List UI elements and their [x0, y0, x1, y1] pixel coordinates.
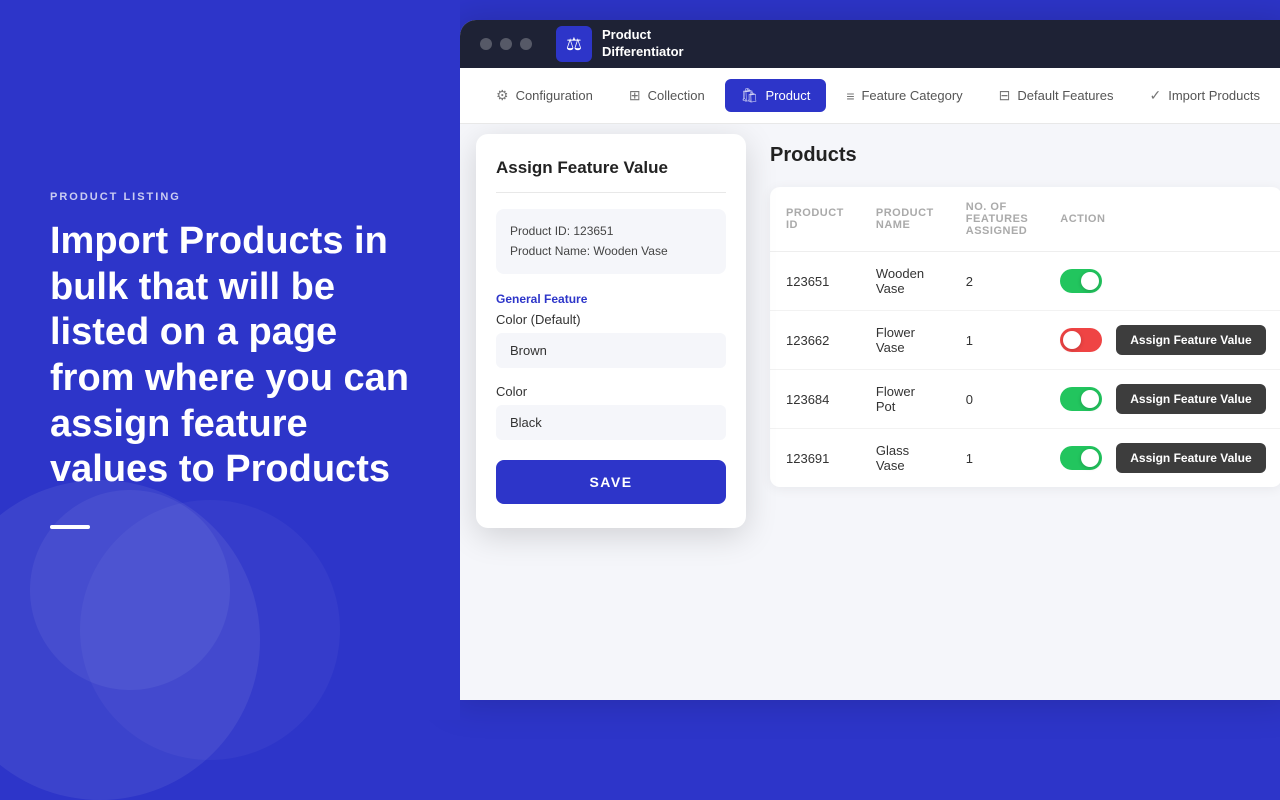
save-button[interactable]: SAVE	[496, 460, 726, 504]
modal-card: Assign Feature Value Product ID: 123651 …	[476, 134, 746, 528]
toggle-switch-1[interactable]	[1060, 328, 1102, 352]
logo-icon: ⚖	[556, 26, 592, 62]
browser-logo: ⚖ Product Differentiator	[556, 26, 684, 62]
browser-dot-2	[500, 38, 512, 50]
check-icon: ✓	[1150, 87, 1162, 104]
list-icon: ⊟	[999, 87, 1011, 104]
col-product-id: Product ID	[770, 187, 860, 252]
modal-product-name: Product Name: Wooden Vase	[510, 241, 712, 261]
table-row: 123662 Flower Vase 1 Assign Feature Valu…	[770, 311, 1280, 370]
cell-features-count: 2	[950, 252, 1044, 311]
col-features-assigned: No. of Features Assigned	[950, 187, 1044, 252]
cell-product-id: 123662	[770, 311, 860, 370]
cell-product-name: Flower Pot	[860, 370, 950, 429]
products-table: Product ID Product Name No. of Features …	[770, 187, 1280, 487]
modal-color-input[interactable]	[496, 405, 726, 440]
cell-action: Assign Feature Value	[1044, 311, 1280, 370]
table-row: 123691 Glass Vase 1 Assign Feature Value	[770, 429, 1280, 488]
col-action: Action	[1044, 187, 1280, 252]
products-title: Products	[770, 144, 1280, 167]
left-panel: PRODUCT LISTING Import Products in bulk …	[0, 0, 460, 720]
logo-text: Product Differentiator	[602, 27, 684, 61]
tab-configuration[interactable]: ⚙ Configuration	[480, 79, 609, 112]
layers-icon: ≡	[846, 88, 854, 104]
browser-dot-1	[480, 38, 492, 50]
section-label: PRODUCT LISTING	[50, 191, 410, 203]
modal-color-default-label: Color (Default)	[496, 312, 726, 327]
tab-default-features[interactable]: ⊟ Default Features	[983, 79, 1130, 112]
toggle-switch-3[interactable]	[1060, 446, 1102, 470]
cell-action	[1044, 252, 1280, 311]
assign-feature-btn-1[interactable]: Assign Feature Value	[1116, 325, 1265, 355]
table-row: 123651 Wooden Vase 2	[770, 252, 1280, 311]
cell-product-id: 123691	[770, 429, 860, 488]
modal-product-info: Product ID: 123651 Product Name: Wooden …	[496, 209, 726, 274]
tab-import-products[interactable]: ✓ Import Products	[1134, 79, 1277, 112]
table-row: 123684 Flower Pot 0 Assign Feature Value	[770, 370, 1280, 429]
tab-feature-category[interactable]: ≡ Feature Category	[830, 80, 978, 112]
divider	[50, 525, 90, 529]
cell-features-count: 1	[950, 311, 1044, 370]
products-area: Products Product ID Product Name No. of …	[760, 124, 1280, 700]
toggle-switch-2[interactable]	[1060, 387, 1102, 411]
gear-icon: ⚙	[496, 87, 509, 104]
browser-window: ⚖ Product Differentiator ⚙ Configuration…	[460, 20, 1280, 700]
browser-dot-3	[520, 38, 532, 50]
browser-topbar: ⚖ Product Differentiator	[460, 20, 1280, 68]
toggle-switch-0[interactable]	[1060, 269, 1102, 293]
tab-product[interactable]: 🛍 Product	[725, 79, 827, 112]
modal-color-label: Color	[496, 384, 726, 399]
collection-icon: ⊞	[629, 87, 641, 104]
product-icon: 🛍	[741, 87, 759, 104]
cell-features-count: 0	[950, 370, 1044, 429]
modal-title: Assign Feature Value	[496, 158, 726, 193]
main-content: Assign Feature Value Product ID: 123651 …	[460, 124, 1280, 700]
assign-feature-btn-2[interactable]: Assign Feature Value	[1116, 384, 1265, 414]
cell-product-name: Glass Vase	[860, 429, 950, 488]
nav-tabs: ⚙ Configuration ⊞ Collection 🛍 Product ≡…	[460, 68, 1280, 124]
tab-collection[interactable]: ⊞ Collection	[613, 79, 721, 112]
cell-action: Assign Feature Value	[1044, 370, 1280, 429]
cell-action: Assign Feature Value	[1044, 429, 1280, 488]
cell-features-count: 1	[950, 429, 1044, 488]
main-heading: Import Products in bulk that will be lis…	[50, 219, 410, 493]
cell-product-id: 123684	[770, 370, 860, 429]
modal-section-label: General Feature	[496, 292, 726, 306]
assign-feature-btn-3[interactable]: Assign Feature Value	[1116, 443, 1265, 473]
modal-color-default-input[interactable]	[496, 333, 726, 368]
cell-product-id: 123651	[770, 252, 860, 311]
modal-product-id: Product ID: 123651	[510, 221, 712, 241]
cell-product-name: Wooden Vase	[860, 252, 950, 311]
right-panel: ⚖ Product Differentiator ⚙ Configuration…	[460, 0, 1280, 720]
col-product-name: Product Name	[860, 187, 950, 252]
cell-product-name: Flower Vase	[860, 311, 950, 370]
